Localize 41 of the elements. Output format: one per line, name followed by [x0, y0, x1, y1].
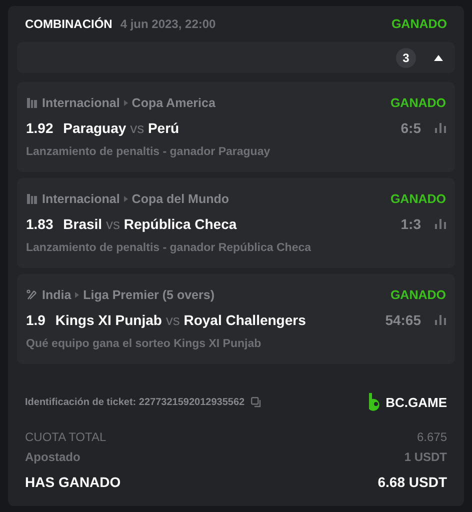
league-name: Liga Premier (5 overs)	[83, 288, 214, 302]
market-text: Lanzamiento de penaltis - ganador República Checa	[26, 242, 312, 254]
ticket-id: Identificación de ticket: 2277321592012935562	[25, 396, 245, 408]
country-name: India	[42, 288, 72, 302]
match-line: 1.83 Brasil vs República Checa	[26, 216, 238, 232]
selection-status: GANADO	[390, 192, 446, 206]
selection-status: GANADO	[390, 96, 446, 110]
summary-label: Apostado	[25, 450, 80, 464]
selection-count: 3	[396, 48, 416, 68]
stats-icon[interactable]	[435, 315, 446, 325]
league-name: Copa America	[132, 96, 216, 110]
selection-status: GANADO	[390, 288, 446, 302]
summary-label: CUOTA TOTAL	[25, 430, 106, 444]
stats-icon[interactable]	[435, 219, 446, 229]
chevron-icon	[124, 196, 128, 202]
summary-label: HAS GANADO	[25, 474, 121, 490]
match-score: 1:3	[400, 216, 421, 232]
bet-status: GANADO	[391, 17, 447, 31]
summary-value: 6.675	[416, 430, 447, 444]
country-name: Internacional	[42, 96, 120, 110]
bet-type: COMBINACIÓN	[25, 17, 112, 31]
country-name: Internacional	[42, 192, 120, 206]
summary-value: 6.68 USDT	[378, 474, 447, 490]
match-score: 54:65	[385, 312, 421, 328]
market-text: Qué equipo gana el sorteo Kings XI Punjab	[26, 338, 262, 350]
match-line: 1.9 Kings XI Punjab vs Royal Challengers	[26, 312, 307, 328]
stats-icon[interactable]	[435, 123, 446, 133]
bet-date: 4 jun 2023, 22:00	[120, 17, 217, 31]
cricket-bat-icon	[26, 289, 38, 301]
match-score: 6:5	[400, 120, 421, 136]
chevron-icon	[124, 100, 128, 106]
league-name: Copa del Mundo	[132, 192, 230, 206]
logo-icon	[368, 393, 382, 411]
match-line: 1.92 Paraguay vs Perú	[26, 120, 180, 136]
summary-value: 1 USDT	[404, 450, 447, 464]
copy-icon[interactable]	[250, 396, 262, 408]
caret-icon[interactable]	[434, 54, 443, 60]
collapse-bar[interactable]: 3	[17, 42, 455, 73]
market-text: Lanzamiento de penaltis - ganador Paraguay	[26, 146, 272, 158]
chevron-icon	[75, 292, 80, 298]
brand-name: BC.GAME	[386, 394, 447, 410]
